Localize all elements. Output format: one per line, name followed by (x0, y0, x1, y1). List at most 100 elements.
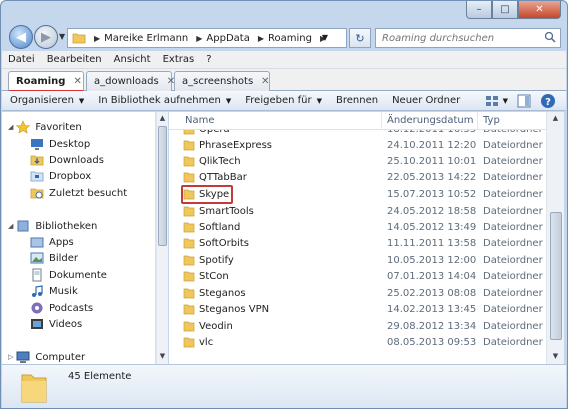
refresh-icon: ↻ (355, 31, 365, 45)
nav-label: Dokumente (49, 269, 107, 281)
list-item[interactable]: Softland 14.05.2012 13:49 Dateiordner (169, 220, 546, 236)
column-header: Name Änderungsdatum Typ (169, 112, 546, 130)
column-divider[interactable] (477, 112, 478, 130)
list-item[interactable]: StCon 07.01.2013 14:04 Dateiordner (169, 269, 546, 285)
breadcrumb-separator-icon[interactable]: ▶ (258, 34, 264, 43)
nav-recent-places[interactable]: Zuletzt besucht (30, 185, 127, 201)
nav-label: Dropbox (49, 170, 92, 182)
list-item[interactable]: Steganos 25.02.2013 08:08 Dateiordner (169, 286, 546, 302)
address-bar[interactable]: ▶ Mareike Erlmann ▶ AppData ▶ Roaming ▶ … (67, 28, 347, 48)
forward-button[interactable]: ▶ (34, 25, 58, 49)
file-type: Dateiordner (483, 189, 543, 200)
view-options-icon[interactable] (484, 93, 500, 109)
nav-documents[interactable]: Dokumente (30, 267, 107, 283)
column-name[interactable]: Name (185, 115, 215, 126)
burn-button[interactable]: Brennen (336, 95, 378, 106)
file-name: SoftOrbits (199, 238, 249, 249)
list-item[interactable]: SmartTools 24.05.2012 18:58 Dateiordner (169, 204, 546, 220)
folder-icon (183, 304, 195, 315)
share-with-button[interactable]: Freigeben für ▼ (245, 95, 322, 106)
nav-downloads[interactable]: Downloads (30, 152, 104, 168)
minimize-button[interactable]: – (466, 1, 492, 19)
nav-apps[interactable]: Apps (30, 234, 74, 250)
list-item[interactable]: vlc 08.05.2013 09:53 Dateiordner (169, 335, 546, 351)
tab-roaming[interactable]: Roaming ✕ (8, 71, 84, 92)
nav-label: Musik (49, 285, 78, 297)
history-dropdown-icon[interactable]: ▼ (59, 32, 67, 41)
folder-icon (183, 321, 195, 332)
list-item[interactable]: QTTabBar 22.05.2013 14:22 Dateiordner (169, 170, 546, 186)
address-dropdown-icon[interactable]: ▼ (322, 33, 328, 42)
expand-arrow-icon[interactable]: ▷ (8, 353, 13, 361)
expand-arrow-icon[interactable]: ◢ (8, 123, 13, 131)
breadcrumb-separator-icon[interactable]: ▶ (196, 34, 202, 43)
expand-arrow-icon[interactable]: ◢ (8, 222, 13, 230)
file-date: 08.05.2013 09:53 (387, 337, 477, 348)
chevron-down-icon[interactable]: ▼ (503, 97, 508, 105)
scroll-down-icon[interactable]: ▼ (551, 352, 560, 362)
menu-help[interactable]: ? (206, 54, 211, 65)
menu-bearbeiten[interactable]: Bearbeiten (47, 54, 102, 65)
file-name: Softland (199, 222, 241, 233)
refresh-button[interactable]: ↻ (349, 28, 371, 48)
file-list-scrollbar[interactable]: ▲ ▼ (546, 112, 564, 364)
list-item[interactable]: Spotify 10.05.2013 12:00 Dateiordner (169, 253, 546, 269)
nav-favorites[interactable]: ◢ Favoriten (8, 119, 82, 135)
breadcrumb-roaming[interactable]: Roaming (268, 33, 312, 44)
menu-extras[interactable]: Extras (163, 54, 195, 65)
tab-a-downloads[interactable]: a_downloads ✕ (86, 71, 175, 91)
include-in-library-button[interactable]: In Bibliothek aufnehmen ▼ (98, 95, 231, 106)
nav-dropbox[interactable]: Dropbox (30, 168, 91, 184)
search-input[interactable] (376, 29, 536, 47)
breadcrumb-user[interactable]: Mareike Erlmann (104, 33, 188, 44)
column-divider[interactable] (381, 112, 382, 130)
file-name: QlikTech (199, 156, 241, 167)
list-item[interactable]: Veodin 29.08.2012 13:34 Dateiordner (169, 319, 546, 335)
tab-a-screenshots[interactable]: a_screenshots ✕ (174, 71, 270, 91)
preview-pane-icon[interactable] (516, 93, 532, 109)
nav-pictures[interactable]: Bilder (30, 250, 78, 266)
menu-ansicht[interactable]: Ansicht (114, 54, 151, 65)
scroll-down-icon[interactable]: ▼ (158, 352, 167, 362)
list-item[interactable]: PhraseExpress 24.10.2011 12:20 Dateiordn… (169, 138, 546, 154)
item-count: 45 Elemente (68, 371, 132, 382)
folder-icon (183, 140, 195, 151)
nav-label: Zuletzt besucht (49, 187, 128, 199)
tab-close-icon[interactable]: ✕ (73, 76, 81, 87)
help-icon[interactable]: ? (540, 93, 556, 109)
breadcrumb-appdata[interactable]: AppData (206, 33, 249, 44)
nav-music[interactable]: Musik (30, 283, 78, 299)
tab-close-icon[interactable]: ✕ (261, 76, 269, 87)
nav-desktop[interactable]: Desktop (30, 136, 90, 152)
list-item[interactable]: SoftOrbits 11.11.2011 13:58 Dateiordner (169, 236, 546, 252)
list-item[interactable]: QlikTech 25.10.2011 10:01 Dateiordner (169, 154, 546, 170)
file-name: Steganos VPN (199, 304, 270, 315)
file-date: 14.05.2012 13:49 (387, 222, 477, 233)
breadcrumb-separator-icon[interactable]: ▶ (94, 34, 100, 43)
back-button[interactable]: ◀ (9, 25, 33, 49)
search-box[interactable] (375, 28, 561, 48)
scrollbar-thumb[interactable] (550, 212, 562, 340)
list-item[interactable]: Steganos VPN 14.02.2013 13:45 Dateiordne… (169, 302, 546, 318)
nav-computer[interactable]: ▷ Computer (8, 349, 85, 364)
file-date: 24.10.2011 12:20 (387, 140, 477, 151)
nav-videos[interactable]: Videos (30, 316, 82, 332)
file-date: 10.05.2013 12:00 (387, 255, 477, 266)
scroll-up-icon[interactable]: ▲ (158, 114, 167, 124)
new-folder-button[interactable]: Neuer Ordner (392, 95, 460, 106)
column-date[interactable]: Änderungsdatum (387, 115, 474, 126)
scrollbar-thumb[interactable] (158, 126, 167, 246)
scroll-up-icon[interactable]: ▲ (551, 114, 560, 124)
organize-button[interactable]: Organisieren ▼ (10, 95, 84, 106)
recent-places-icon (30, 188, 44, 199)
maximize-button[interactable]: □ (492, 1, 518, 19)
search-icon[interactable] (544, 31, 556, 43)
menu-datei[interactable]: Datei (8, 54, 35, 65)
nav-podcasts[interactable]: Podcasts (30, 300, 93, 316)
folder-icon (183, 222, 195, 233)
close-button[interactable]: ✕ (518, 1, 561, 19)
navigation-scrollbar[interactable]: ▲ ▼ (156, 112, 168, 364)
nav-libraries[interactable]: ◢ Bibliotheken (8, 218, 97, 234)
column-type[interactable]: Typ (483, 115, 500, 126)
file-date: 24.05.2012 18:58 (387, 206, 477, 217)
